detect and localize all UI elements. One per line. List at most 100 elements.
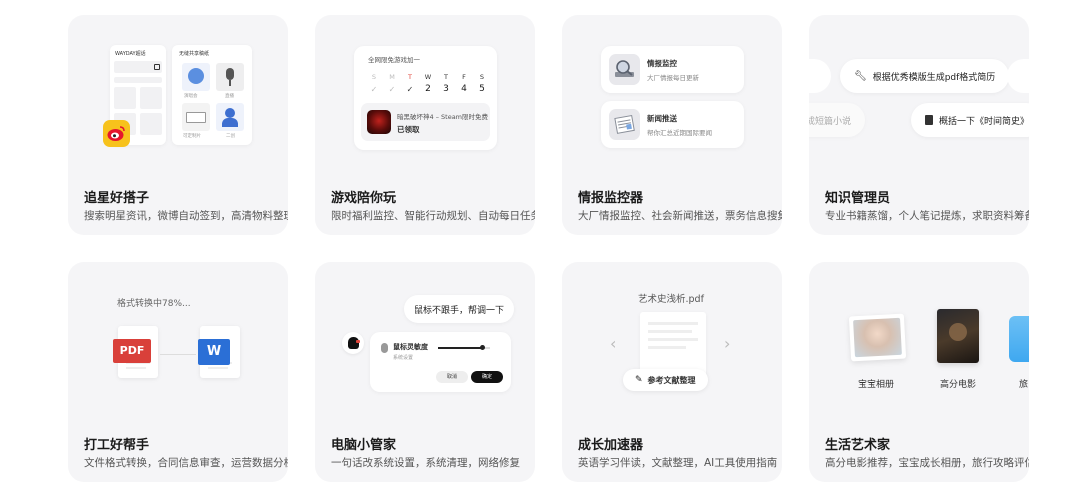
card-growth-accelerator[interactable]: 艺术史浅析.pdf ‹ › ✎ 参考文献整理 成长加速器 英语学习伴读，文献整理… (562, 262, 782, 482)
cancel-button[interactable]: 取消 (436, 371, 468, 383)
fanart-tile[interactable] (216, 103, 244, 131)
action-chip[interactable]: ✎ 参考文献整理 (623, 369, 708, 391)
tile-label-fanart: 二创 (226, 134, 235, 139)
card-title: 游戏陪你玩 (331, 191, 397, 206)
travel-folder-icon[interactable] (1009, 316, 1029, 362)
intel-illustration: 情报监控 大厂情报每日更新 新闻推送 帮你汇总近期国际要闻 (562, 15, 782, 175)
card-game-buddy[interactable]: 全网限免游戏加一 S M T W T F S ✓ ✓ ✓ 2 3 4 5 暗黑破… (315, 15, 535, 235)
person-icon (225, 108, 235, 118)
date-cell[interactable]: 2 (422, 84, 434, 94)
conversion-arrow (160, 354, 196, 355)
weekday: S (479, 73, 485, 81)
conversion-progress-text: 格式转换中78%... (117, 299, 191, 309)
calendar-title: 全网限免游戏加一 (368, 56, 420, 64)
date-cell[interactable]: 3 (440, 84, 452, 94)
weekday: T (408, 73, 412, 81)
baby-album-icon[interactable] (848, 313, 907, 362)
chip-label: 根据优秀模版生成pdf格式简历 (872, 72, 996, 83)
card-tile[interactable] (182, 103, 210, 131)
intel-item-monitor[interactable]: 情报监控 大厂情报每日更新 (601, 46, 744, 93)
check-icon: ✓ (370, 84, 378, 94)
live-tile[interactable] (216, 63, 244, 91)
baby-photo (853, 317, 902, 358)
edit-icon: ✎ (635, 375, 643, 385)
confirm-button[interactable]: 确定 (471, 371, 503, 383)
game-name: 暗黑破坏神4 – Steam限时免费 (397, 113, 489, 121)
slider-thumb[interactable] (480, 345, 486, 350)
card-description: 专业书籍蒸馏，个人笔记提炼，求职资料筹备 (825, 210, 1029, 222)
game-item[interactable]: 暗黑破坏神4 – Steam限时免费 已领取 (361, 103, 490, 141)
microphone-icon (226, 68, 234, 80)
card-intel-monitor[interactable]: 情报监控 大厂情报每日更新 新闻推送 帮你汇总近期国际要闻 情报监控器 大厂情报… (562, 15, 782, 235)
file-name: 艺术史浅析.pdf (638, 294, 704, 305)
user-bubble: 鼠标不跟手，帮调一下 (404, 295, 515, 323)
prompt-chip-book[interactable]: 概括一下《时间简史》 (911, 103, 1029, 137)
prompt-chip-novel[interactable]: 把笔记提炼成短篇小说 (809, 103, 866, 137)
chip-label: 概括一下《时间简史》 (939, 116, 1029, 127)
album-label: 宝宝相册 (858, 380, 895, 390)
shared-panel-title: 无缝共享稿纸 (179, 51, 210, 57)
pdf-badge: PDF (113, 339, 151, 363)
intel-item-title: 情报监控 (647, 59, 677, 68)
check-icon: ✓ (406, 84, 414, 94)
setting-title: 鼠标灵敏度 (393, 343, 428, 351)
mouse-setting-panel: 鼠标灵敏度 系统设置 取消 确定 (370, 332, 511, 392)
action-label: 参考文献整理 (647, 375, 696, 385)
intel-item-news[interactable]: 新闻推送 帮你汇总近期国际要闻 (601, 101, 744, 148)
intel-item-sub: 帮你汇总近期国际要闻 (647, 129, 712, 137)
chip-right-partial (1007, 59, 1029, 93)
tile-label-concert: 演唱会 (184, 94, 198, 99)
work-helper-illustration: 格式转换中78%... PDF W (68, 262, 288, 422)
weekday: S (371, 73, 377, 81)
card-description: 文件格式转换，合同信息审查，运营数据分析 (84, 457, 288, 469)
album-label: 旅 (1019, 380, 1029, 390)
card-title: 打工好帮手 (84, 438, 150, 453)
feature-grid: WAYDAY超话 无缝共享稿纸 演唱会 直播 可定制片 二创 追星好搭子 搜索明… (68, 15, 1031, 485)
card-description: 搜索明星资讯，微博自动签到，高清物料整理 (84, 210, 288, 222)
weibo-icon (103, 120, 130, 147)
card-description: 英语学习伴读，文献整理，AI工具使用指南 (578, 457, 778, 469)
concert-tile[interactable] (182, 63, 210, 91)
date-cell[interactable]: 5 (476, 84, 488, 94)
date-cell[interactable]: 4 (458, 84, 470, 94)
crowd-icon (188, 68, 204, 84)
free-games-calendar: 全网限免游戏加一 S M T W T F S ✓ ✓ ✓ 2 3 4 5 暗黑破… (354, 46, 497, 150)
mouse-icon (381, 343, 388, 353)
next-arrow-icon[interactable]: › (724, 334, 730, 353)
game-buddy-illustration: 全网限免游戏加一 S M T W T F S ✓ ✓ ✓ 2 3 4 5 暗黑破… (315, 15, 535, 175)
newspaper-icon (609, 109, 640, 140)
date-row: ✓ ✓ ✓ 2 3 4 5 (368, 84, 488, 94)
movie-album-icon[interactable] (937, 309, 979, 363)
life-artist-illustration: 宝宝相册 高分电影 旅 (809, 262, 1029, 422)
setting-subtitle: 系统设置 (393, 355, 414, 361)
star-buddy-illustration: WAYDAY超话 无缝共享稿纸 演唱会 直播 可定制片 二创 (68, 15, 288, 175)
magnifier-icon (609, 54, 640, 85)
assistant-avatar (342, 332, 364, 354)
chip-label: 把笔记提炼成短篇小说 (809, 116, 852, 127)
weekday-row: S M T W T F S (368, 73, 488, 81)
book-icon (925, 115, 933, 125)
card-title: 情报监控器 (578, 191, 644, 206)
card-description: 一句话改系统设置，系统清理，网络修复 (331, 457, 520, 469)
weibo-topic-title: WAYDAY超话 (115, 51, 146, 57)
card-description: 高分电影推荐，宝宝成长相册，旅行攻略评估 (825, 457, 1029, 469)
game-cover-icon (367, 110, 391, 134)
chip-left-partial (809, 59, 831, 93)
prompt-chip-resume[interactable]: 🔧︎ 根据优秀模版生成pdf格式简历 (840, 59, 1010, 93)
shared-panel: 无缝共享稿纸 演唱会 直播 可定制片 二创 (172, 45, 252, 145)
bird-icon (348, 337, 359, 349)
prev-arrow-icon[interactable]: ‹ (610, 334, 616, 353)
sensitivity-slider[interactable] (438, 345, 490, 350)
album-label: 高分电影 (940, 380, 977, 390)
growth-illustration: 艺术史浅析.pdf ‹ › ✎ 参考文献整理 (562, 262, 782, 422)
card-title: 追星好搭子 (84, 191, 150, 206)
card-knowledge-manager[interactable]: 🔧︎ 根据优秀模版生成pdf格式简历 把笔记提炼成短篇小说 概括一下《时间简史》… (809, 15, 1029, 235)
card-pc-manager[interactable]: 鼠标不跟手，帮调一下 鼠标灵敏度 系统设置 取消 确定 电脑小管家 一句话改系统… (315, 262, 535, 482)
card-life-artist[interactable]: 宝宝相册 高分电影 旅 生活艺术家 高分电影推荐，宝宝成长相册，旅行攻略评估 (809, 262, 1029, 482)
id-card-icon (186, 112, 206, 123)
card-description: 限时福利监控、智能行动规划、自动每日任务 (331, 210, 535, 222)
card-star-buddy[interactable]: WAYDAY超话 无缝共享稿纸 演唱会 直播 可定制片 二创 追星好搭子 搜索明… (68, 15, 288, 235)
user-bubble-text: 鼠标不跟手，帮调一下 (414, 305, 505, 316)
intel-item-title: 新闻推送 (647, 114, 677, 123)
card-work-helper[interactable]: 格式转换中78%... PDF W 打工好帮手 文件格式转换，合同信息审查，运营… (68, 262, 288, 482)
